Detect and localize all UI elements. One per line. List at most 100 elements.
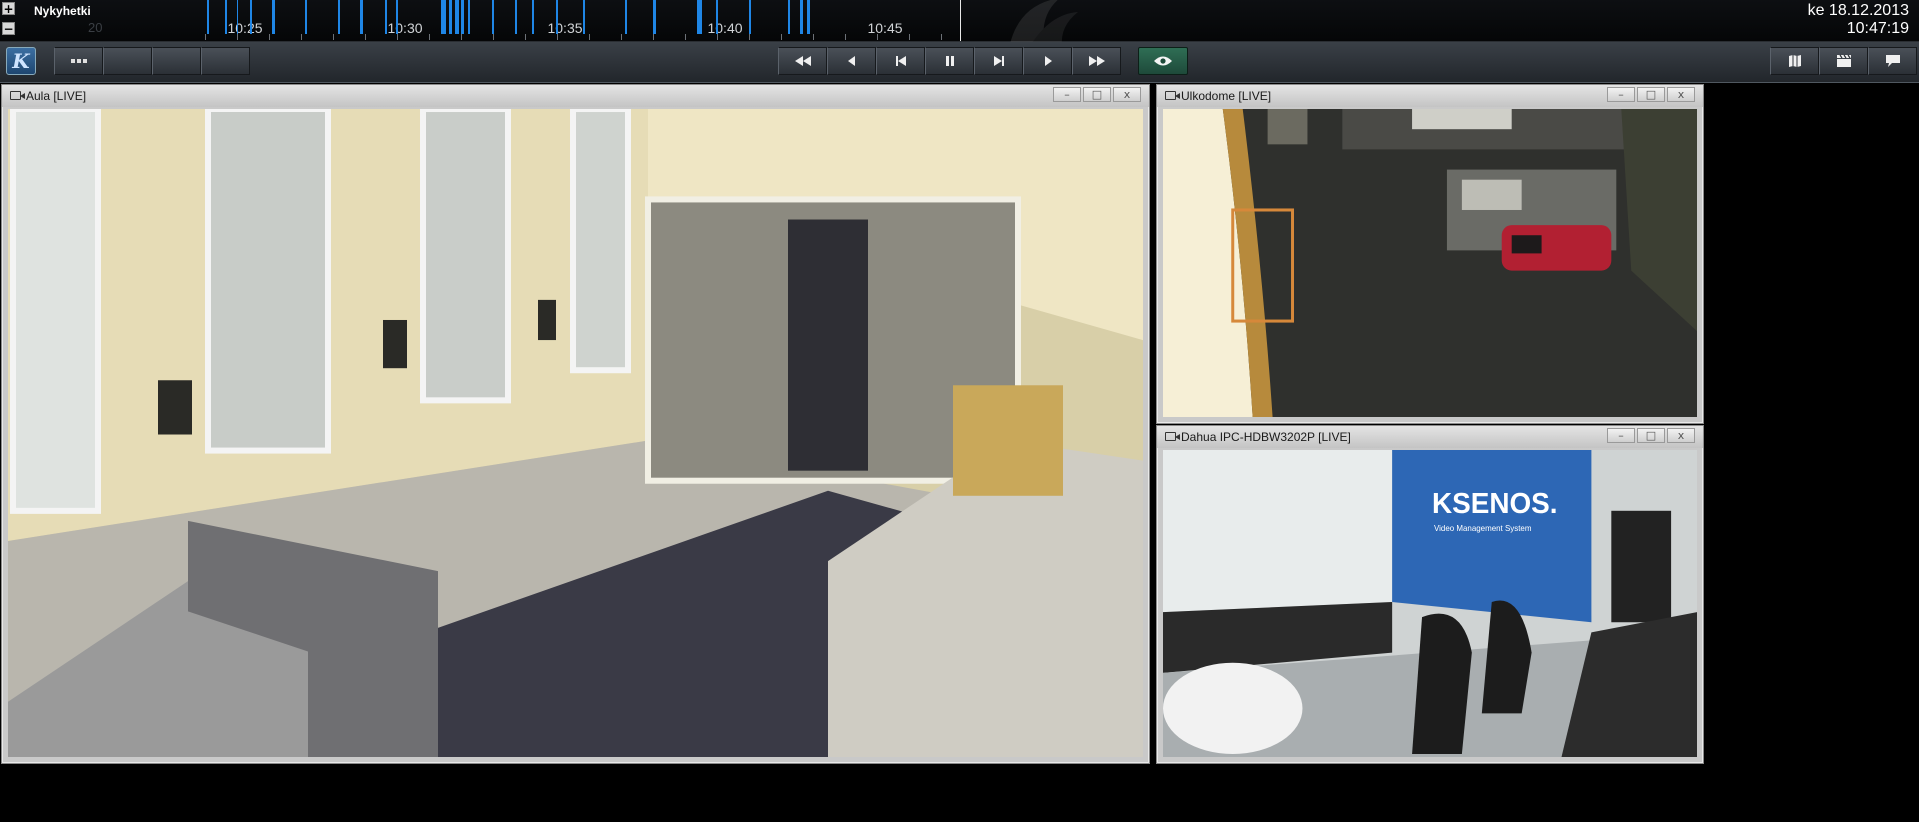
timeline-minor-tick — [205, 34, 206, 40]
fast-forward-button[interactable] — [1072, 47, 1121, 75]
recording-marker[interactable] — [441, 0, 446, 34]
timeline-minor-tick — [493, 34, 494, 40]
clapperboard-icon — [1836, 54, 1851, 67]
outdoor-camera-feed[interactable] — [1163, 109, 1697, 417]
timeline-minor-tick — [685, 34, 686, 40]
recording-marker[interactable] — [305, 0, 307, 34]
booth-subtitle-text: Video Management System — [1434, 524, 1532, 533]
chat-icon — [1885, 55, 1900, 67]
panel-header[interactable]: Ulkodome [LIVE] – □ x — [1157, 85, 1703, 107]
maximize-button[interactable]: □ — [1637, 428, 1665, 443]
recording-marker[interactable] — [788, 0, 790, 34]
booth-scene-image: KSENOS. Video Management System — [1163, 450, 1697, 757]
camera-icon — [1165, 91, 1180, 100]
live-view-button[interactable] — [1138, 47, 1188, 75]
skip-start-button[interactable] — [876, 47, 925, 75]
recording-marker[interactable] — [807, 0, 810, 34]
step-back-button[interactable] — [827, 47, 876, 75]
maximize-button[interactable]: □ — [1637, 87, 1665, 102]
eye-icon — [1154, 56, 1172, 66]
recording-marker[interactable] — [396, 0, 398, 34]
recording-marker[interactable] — [237, 0, 238, 34]
recording-marker[interactable] — [556, 0, 558, 34]
layout-button-2[interactable] — [103, 47, 152, 75]
recording-marker[interactable] — [625, 0, 627, 34]
play-icon — [1044, 56, 1052, 66]
minimize-button[interactable]: – — [1607, 87, 1635, 102]
camera-panel-aula[interactable]: Aula [LIVE] – □ x — [1, 84, 1150, 764]
minimize-button[interactable]: – — [1607, 428, 1635, 443]
window-controls: – □ x — [1607, 428, 1695, 443]
timeline-bar[interactable]: + − Nykyhetki 20 10:25 10:30 10:35 10:40 10:… — [0, 0, 1919, 46]
fast-rewind-button[interactable] — [778, 47, 827, 75]
recording-marker[interactable] — [653, 0, 656, 34]
recording-marker[interactable] — [250, 0, 252, 34]
close-button[interactable]: x — [1113, 87, 1141, 102]
recording-marker[interactable] — [800, 0, 803, 34]
close-button[interactable]: x — [1667, 87, 1695, 102]
play-button[interactable] — [1023, 47, 1072, 75]
recording-marker[interactable] — [455, 0, 459, 34]
messages-button[interactable] — [1868, 47, 1917, 75]
timeline-minor-tick — [653, 34, 654, 40]
skip-end-icon — [993, 56, 1004, 66]
timeline-minor-tick — [781, 34, 782, 40]
map-icon — [1788, 55, 1801, 67]
maximize-button[interactable]: □ — [1083, 87, 1111, 102]
timeline-minor-tick — [557, 34, 558, 40]
timeline-minor-tick — [845, 34, 846, 40]
panel-header[interactable]: Dahua IPC-HDBW3202P [LIVE] – □ x — [1157, 426, 1703, 448]
camera-icon — [1165, 432, 1180, 441]
skip-start-icon — [895, 56, 906, 66]
map-button[interactable] — [1770, 47, 1819, 75]
current-time: 10:47:19 — [1846, 20, 1909, 37]
skip-end-button[interactable] — [974, 47, 1023, 75]
recording-marker[interactable] — [697, 0, 702, 34]
recording-marker[interactable] — [461, 0, 464, 34]
recording-marker[interactable] — [716, 0, 718, 34]
pause-button[interactable] — [925, 47, 974, 75]
layout-strip-icon — [70, 59, 87, 63]
booth-camera-feed[interactable]: KSENOS. Video Management System — [1163, 450, 1697, 757]
recording-marker[interactable] — [492, 0, 494, 34]
ksenos-logo-button[interactable]: K — [6, 47, 36, 75]
camera-title: Aula [LIVE] — [26, 89, 87, 103]
camera-panel-dahua[interactable]: Dahua IPC-HDBW3202P [LIVE] – □ x KSENOS.… — [1156, 425, 1704, 764]
recording-marker[interactable] — [468, 0, 470, 34]
recording-marker[interactable] — [532, 0, 534, 34]
recording-marker[interactable] — [272, 0, 275, 34]
timeline-minor-tick — [397, 34, 398, 40]
layout-strip-button[interactable] — [54, 47, 103, 75]
camera-title: Dahua IPC-HDBW3202P [LIVE] — [1181, 430, 1351, 444]
timeline-minor-tick — [237, 34, 238, 40]
fast-rewind-icon — [794, 56, 811, 66]
camera-panel-ulkodome[interactable]: Ulkodome [LIVE] – □ x — [1156, 84, 1704, 424]
recording-marker[interactable] — [207, 0, 209, 34]
timeline-track[interactable]: 10:25 10:30 10:35 10:40 10:45 — [0, 0, 960, 41]
lobby-camera-feed[interactable] — [8, 109, 1143, 757]
panel-header[interactable]: Aula [LIVE] – □ x — [2, 85, 1149, 107]
timeline-minor-tick — [813, 34, 814, 40]
timeline-minor-tick — [621, 34, 622, 40]
timeline-minor-tick — [301, 34, 302, 40]
recording-marker[interactable] — [360, 0, 363, 34]
close-button[interactable]: x — [1667, 428, 1695, 443]
playback-controls — [778, 47, 1121, 75]
timeline-tick-label: 10:45 — [867, 20, 903, 36]
recording-marker[interactable] — [515, 0, 517, 34]
layout-button-4[interactable] — [201, 47, 250, 75]
clips-button[interactable] — [1819, 47, 1868, 75]
recording-marker[interactable] — [225, 0, 227, 34]
layout-button-3[interactable] — [152, 47, 201, 75]
recording-marker[interactable] — [385, 0, 387, 34]
recording-marker[interactable] — [749, 0, 751, 34]
timeline-cursor[interactable] — [960, 0, 961, 41]
camera-title: Ulkodome [LIVE] — [1181, 89, 1272, 103]
recording-marker[interactable] — [449, 0, 452, 34]
timeline-minor-tick — [909, 34, 910, 40]
layout-button-group — [54, 47, 250, 75]
timeline-minor-tick — [461, 34, 462, 40]
recording-marker[interactable] — [338, 0, 340, 34]
minimize-button[interactable]: – — [1053, 87, 1081, 102]
recording-marker[interactable] — [583, 0, 585, 34]
